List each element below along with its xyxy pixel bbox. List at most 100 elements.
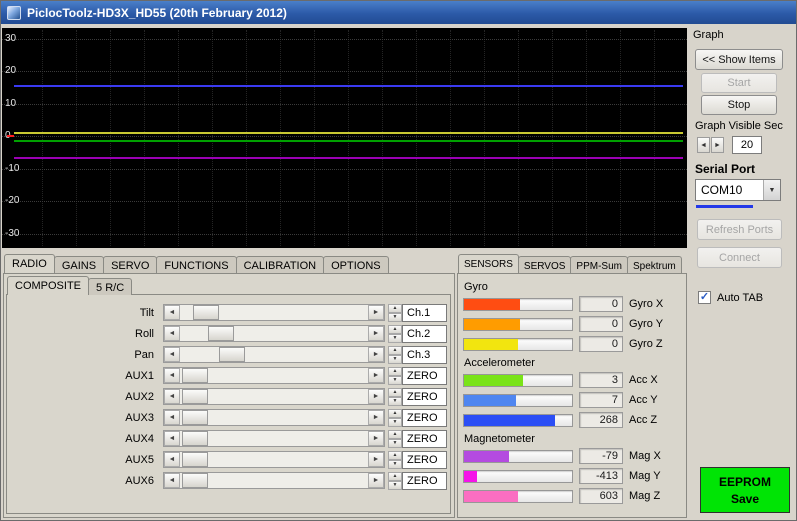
- slider-left-arrow-icon[interactable]: ◄: [164, 305, 180, 320]
- visible-sec-value[interactable]: 20: [732, 136, 762, 154]
- sensor-label: Acc X: [629, 374, 658, 386]
- slider-right-arrow-icon[interactable]: ►: [368, 452, 384, 467]
- tab-main-gains[interactable]: GAINS: [54, 256, 104, 273]
- sensor-bar-fill: [464, 319, 520, 330]
- spin-down-icon[interactable]: ▼: [388, 355, 402, 364]
- spin-up-icon[interactable]: ▲: [388, 304, 402, 313]
- channel-value-box-aux1[interactable]: ZERO: [402, 367, 447, 385]
- spin-up-icon[interactable]: ▲: [388, 409, 402, 418]
- slider-thumb[interactable]: [208, 326, 234, 341]
- start-button[interactable]: Start: [701, 73, 777, 93]
- slider-thumb[interactable]: [182, 431, 208, 446]
- slider-left-arrow-icon[interactable]: ◄: [164, 410, 180, 425]
- tab-main-functions[interactable]: FUNCTIONS: [156, 256, 236, 273]
- slider-thumb[interactable]: [182, 410, 208, 425]
- auto-tab-checkbox[interactable]: ✓ Auto TAB: [698, 291, 763, 304]
- slider-left-arrow-icon[interactable]: ◄: [164, 347, 180, 362]
- serial-port-combo[interactable]: COM10 ▼: [695, 179, 781, 201]
- stop-button[interactable]: Stop: [701, 95, 777, 115]
- channel-value-box-tilt[interactable]: Ch.1: [402, 304, 447, 322]
- spin-up-icon[interactable]: ▲: [388, 388, 402, 397]
- tab-sub-composite[interactable]: COMPOSITE: [7, 276, 89, 295]
- channel-value-box-aux5[interactable]: ZERO: [402, 451, 447, 469]
- sec-increment-icon[interactable]: ►: [711, 137, 724, 153]
- tab-sensor-sensors[interactable]: SENSORS: [458, 254, 519, 273]
- slider-thumb[interactable]: [182, 452, 208, 467]
- slider-track[interactable]: [180, 389, 368, 404]
- slider-thumb[interactable]: [182, 389, 208, 404]
- channel-value-box-aux2[interactable]: ZERO: [402, 388, 447, 406]
- slider-track[interactable]: [180, 473, 368, 488]
- spin-up-icon[interactable]: ▲: [388, 346, 402, 355]
- slider-track[interactable]: [180, 326, 368, 341]
- refresh-ports-button[interactable]: Refresh Ports: [697, 219, 782, 240]
- grid-line-v: [654, 30, 655, 246]
- slider-left-arrow-icon[interactable]: ◄: [164, 326, 180, 341]
- title-bar[interactable]: PiclocToolz-HD3X_HD55 (20th February 201…: [1, 1, 796, 24]
- spin-down-icon[interactable]: ▼: [388, 439, 402, 448]
- slider-left-arrow-icon[interactable]: ◄: [164, 389, 180, 404]
- channel-label: AUX6: [11, 475, 163, 487]
- slider-thumb[interactable]: [193, 305, 219, 320]
- tab-main-radio[interactable]: RADIO: [4, 254, 55, 273]
- spin-up-icon[interactable]: ▲: [388, 472, 402, 481]
- spin-up-icon[interactable]: ▲: [388, 451, 402, 460]
- sensor-bar-fill: [464, 471, 477, 482]
- eeprom-save-button[interactable]: EEPROM Save: [700, 467, 790, 513]
- slider-right-arrow-icon[interactable]: ►: [368, 326, 384, 341]
- channel-spinner: ▲▼: [388, 367, 402, 385]
- slider-track[interactable]: [180, 431, 368, 446]
- visible-sec-label: Graph Visible Sec: [695, 120, 783, 132]
- tab-main-calibration[interactable]: CALIBRATION: [236, 256, 325, 273]
- channel-value-box-pan[interactable]: Ch.3: [402, 346, 447, 364]
- tab-sub-5rc[interactable]: 5 R/C: [88, 278, 132, 295]
- slider-track[interactable]: [180, 410, 368, 425]
- slider-track[interactable]: [180, 452, 368, 467]
- tab-sensor-spektrum[interactable]: Spektrum: [627, 256, 682, 273]
- combo-dropdown-icon[interactable]: ▼: [763, 180, 780, 200]
- tab-main-servo[interactable]: SERVO: [103, 256, 157, 273]
- grid-line-h: [2, 169, 687, 170]
- slider-right-arrow-icon[interactable]: ►: [368, 431, 384, 446]
- channel-value-box-roll[interactable]: Ch.2: [402, 325, 447, 343]
- spin-up-icon[interactable]: ▲: [388, 325, 402, 334]
- serial-activity-bar: [696, 205, 753, 208]
- spin-down-icon[interactable]: ▼: [388, 397, 402, 406]
- spin-up-icon[interactable]: ▲: [388, 367, 402, 376]
- channel-value-box-aux3[interactable]: ZERO: [402, 409, 447, 427]
- tab-main-options[interactable]: OPTIONS: [323, 256, 389, 273]
- channel-value-box-aux4[interactable]: ZERO: [402, 430, 447, 448]
- spin-down-icon[interactable]: ▼: [388, 481, 402, 490]
- slider-right-arrow-icon[interactable]: ►: [368, 389, 384, 404]
- slider-track[interactable]: [180, 305, 368, 320]
- slider-thumb[interactable]: [219, 347, 245, 362]
- slider-right-arrow-icon[interactable]: ►: [368, 305, 384, 320]
- slider-track[interactable]: [180, 368, 368, 383]
- grid-line-h: [2, 201, 687, 202]
- slider-right-arrow-icon[interactable]: ►: [368, 410, 384, 425]
- slider-right-arrow-icon[interactable]: ►: [368, 347, 384, 362]
- spin-down-icon[interactable]: ▼: [388, 418, 402, 427]
- spin-down-icon[interactable]: ▼: [388, 334, 402, 343]
- sec-decrement-icon[interactable]: ◄: [697, 137, 710, 153]
- spin-down-icon[interactable]: ▼: [388, 460, 402, 469]
- slider-left-arrow-icon[interactable]: ◄: [164, 368, 180, 383]
- slider-thumb[interactable]: [182, 473, 208, 488]
- spin-down-icon[interactable]: ▼: [388, 313, 402, 322]
- slider-left-arrow-icon[interactable]: ◄: [164, 431, 180, 446]
- spin-up-icon[interactable]: ▲: [388, 430, 402, 439]
- slider-track[interactable]: [180, 347, 368, 362]
- channel-value-box-aux6[interactable]: ZERO: [402, 472, 447, 490]
- show-items-button[interactable]: << Show Items: [695, 49, 783, 70]
- slider-left-arrow-icon[interactable]: ◄: [164, 452, 180, 467]
- sensor-value-box: 0: [579, 316, 623, 332]
- slider-thumb[interactable]: [182, 368, 208, 383]
- slider-right-arrow-icon[interactable]: ►: [368, 368, 384, 383]
- spin-down-icon[interactable]: ▼: [388, 376, 402, 385]
- slider-left-arrow-icon[interactable]: ◄: [164, 473, 180, 488]
- tab-sensor-servos[interactable]: SERVOS: [518, 256, 572, 273]
- connect-button[interactable]: Connect: [697, 247, 782, 268]
- slider-right-arrow-icon[interactable]: ►: [368, 473, 384, 488]
- checkbox-check-icon[interactable]: ✓: [698, 291, 711, 304]
- tab-sensor-ppmsum[interactable]: PPM-Sum: [570, 256, 628, 273]
